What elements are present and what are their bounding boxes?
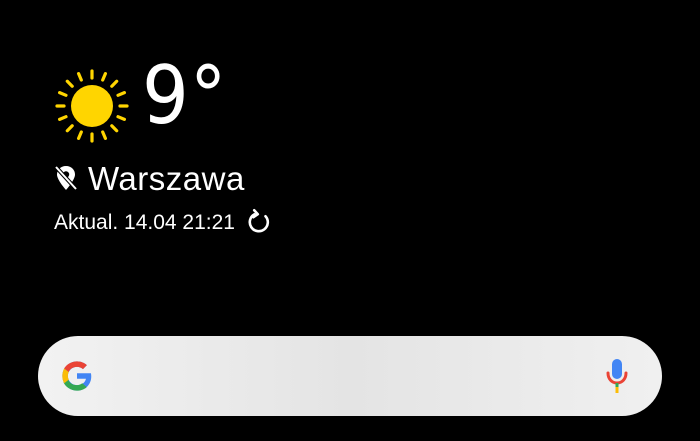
- google-search-bar[interactable]: [38, 336, 662, 416]
- mic-icon[interactable]: [606, 358, 628, 394]
- location-row[interactable]: Warszawa: [54, 160, 245, 196]
- google-logo-icon[interactable]: [58, 357, 96, 395]
- home-screen: 9° Warszawa Aktual. 14.04 21:21: [0, 0, 700, 441]
- sun-icon: [55, 69, 129, 143]
- weather-widget[interactable]: 9° Warszawa Aktual. 14.04 21:21: [54, 56, 374, 242]
- temperature-value: 9°: [142, 49, 228, 142]
- update-row: Aktual. 14.04 21:21: [54, 208, 273, 236]
- location-name: Warszawa: [88, 159, 245, 197]
- refresh-icon[interactable]: [245, 208, 273, 236]
- last-updated-text: Aktual. 14.04 21:21: [54, 210, 235, 234]
- location-off-icon: [54, 165, 78, 191]
